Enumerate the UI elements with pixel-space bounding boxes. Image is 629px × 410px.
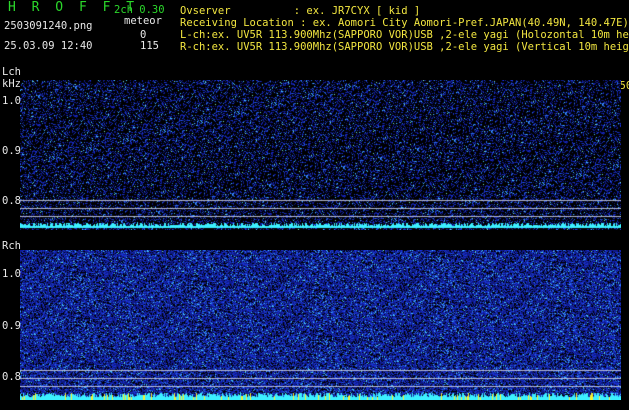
count-rch: 115 xyxy=(140,40,159,52)
rch-spectrogram xyxy=(20,250,621,400)
lch-label: Lch xyxy=(2,66,21,78)
rch-tick-1-0: 1.0 xyxy=(2,268,21,280)
lch-spectrogram xyxy=(20,80,621,230)
observer-line: Ovserver : ex. JR7CYX [ kid ] xyxy=(180,5,421,17)
khz-label: kHz xyxy=(2,78,21,90)
location-line: Receiving Location : ex. Aomori City Aom… xyxy=(180,17,629,29)
rch-label: Rch xyxy=(2,240,21,252)
lch-tick-1-0: 1.0 xyxy=(2,95,21,107)
lch-tick-0-8: 0.8 xyxy=(2,195,21,207)
meteor-label: meteor xyxy=(124,15,162,27)
lch-tick-0-9: 0.9 xyxy=(2,145,21,157)
datetime: 25.03.09 12:40 xyxy=(4,40,93,52)
file-name: 2503091240.png xyxy=(4,20,93,32)
lch-config-line: L-ch:ex. UV5R 113.900Mhz(SAPPORO VOR)USB… xyxy=(180,29,629,41)
rch-tick-0-9: 0.9 xyxy=(2,320,21,332)
rch-tick-0-8: 0.8 xyxy=(2,371,21,383)
rch-config-line: R-ch:ex. UV5R 113.900Mhz(SAPPORO VOR)USB… xyxy=(180,41,629,53)
